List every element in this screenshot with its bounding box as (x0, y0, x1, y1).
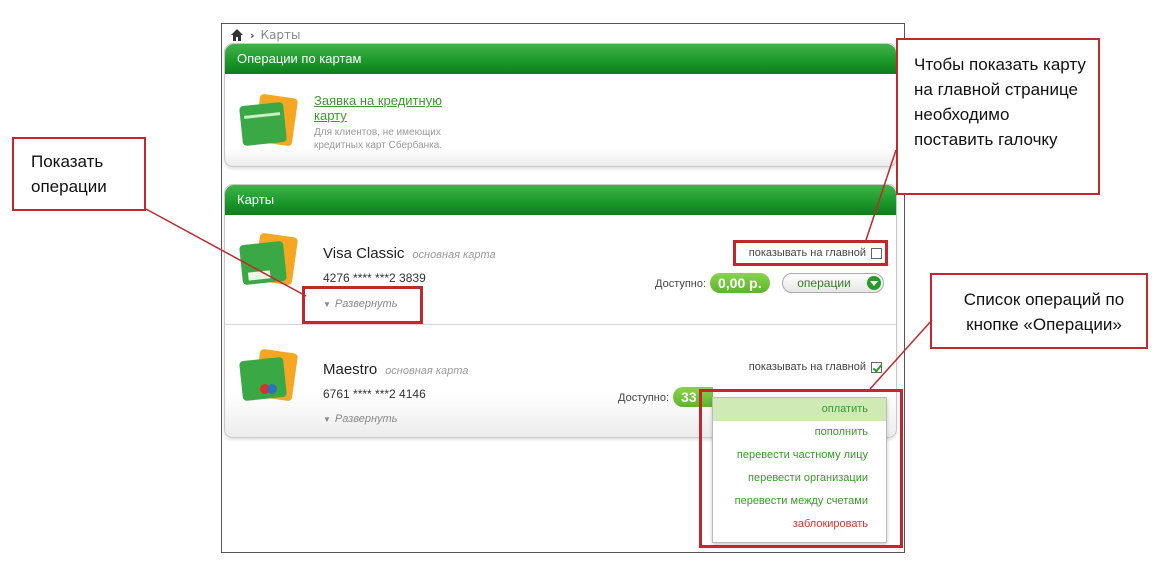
show-on-main-toggle[interactable]: показывать на главной (749, 361, 882, 373)
visa-card-icon (239, 233, 298, 285)
card-type: основная карта (412, 249, 496, 261)
card-number: 6761 **** ***2 4146 (323, 387, 426, 401)
expand-highlight (302, 286, 423, 324)
panel-body: Заявка на кредитную карту Для клиентов, … (225, 74, 896, 166)
annotation-operations-list: Список операций по кнопке «Операции» (930, 273, 1148, 349)
available-label: Доступно: (618, 392, 670, 404)
chevron-down-icon: ▼ (323, 415, 331, 424)
credit-card-request-link[interactable]: Заявка на кредитную карту (314, 93, 464, 123)
home-icon[interactable] (230, 28, 244, 42)
operations-button-label: операции (797, 276, 851, 290)
available-label: Доступно: (655, 278, 707, 290)
card-type: основная карта (385, 365, 469, 377)
expand-label: Развернуть (334, 413, 398, 425)
operations-button[interactable]: операции (782, 273, 884, 293)
checkbox-highlight (733, 240, 888, 266)
card-name[interactable]: Maestro основная карта (323, 361, 468, 378)
panel-title: Карты (225, 185, 896, 215)
expand-link[interactable]: ▼ Развернуть (323, 413, 397, 425)
chevron-down-icon (867, 276, 881, 290)
credit-card-icon (239, 94, 298, 146)
card-name-text: Visa Classic (323, 245, 405, 262)
maestro-card-icon (239, 349, 298, 401)
card-operations-panel: Операции по картам Заявка на кредитную к… (224, 43, 897, 167)
card-number: 4276 **** ***2 3839 (323, 271, 426, 285)
show-on-main-label: показывать на главной (748, 361, 866, 373)
card-name-text: Maestro (323, 361, 378, 378)
card-name[interactable]: Visa Classic основная карта (323, 245, 496, 262)
annotation-checkbox-note: Чтобы показать карту на главной странице… (896, 38, 1100, 195)
breadcrumb-current: Карты (260, 28, 301, 42)
chevron-right-icon: › (250, 28, 255, 42)
menu-highlight (699, 389, 903, 548)
breadcrumb: › Карты (230, 27, 301, 43)
annotation-show-operations: Показать операции (12, 137, 146, 211)
balance-badge: 0,00 р. (710, 273, 770, 293)
panel-title: Операции по картам (225, 44, 896, 74)
credit-card-request-description: Для клиентов, не имеющих кредитных карт … (314, 127, 443, 151)
show-on-main-checkbox[interactable] (871, 361, 882, 373)
